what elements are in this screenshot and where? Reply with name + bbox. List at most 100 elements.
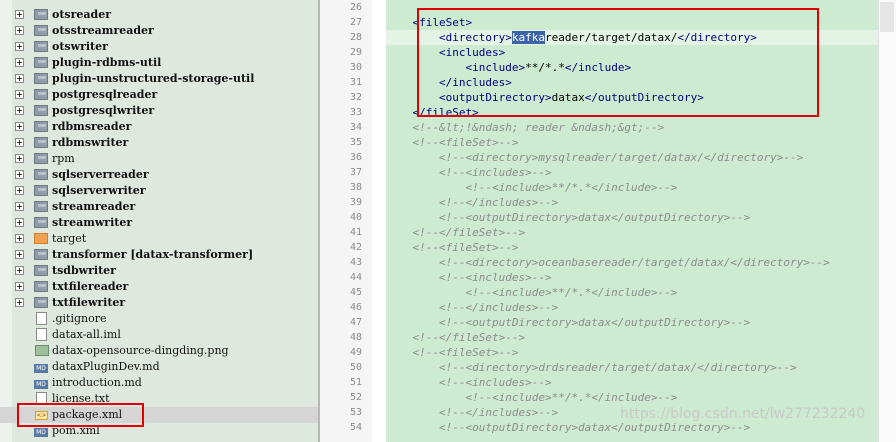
folder-icon xyxy=(34,281,48,292)
tree-item[interactable]: streamreader xyxy=(0,199,318,215)
expand-icon[interactable] xyxy=(15,106,24,115)
tree-item-label: txtfilereader xyxy=(52,280,129,293)
code-line[interactable]: <!--<fileSet>--> xyxy=(386,135,519,150)
tree-item[interactable]: otsstreamreader xyxy=(0,23,318,39)
code-line[interactable]: <!--&lt;!&ndash; reader &ndash;&gt;--> xyxy=(386,120,665,135)
tree-item[interactable]: target xyxy=(0,231,318,247)
expand-icon[interactable] xyxy=(15,154,24,163)
tree-item[interactable]: txtfilewriter xyxy=(0,295,318,311)
expand-icon[interactable] xyxy=(15,170,24,179)
xml-comment: <!--</includes>--> xyxy=(438,406,559,419)
scrollbar-thumb[interactable] xyxy=(880,2,894,32)
expand-icon[interactable] xyxy=(15,122,24,131)
tree-item[interactable]: otswriter xyxy=(0,39,318,55)
expand-icon[interactable] xyxy=(15,90,24,99)
tree-item[interactable]: MD introduction.md xyxy=(0,375,318,391)
code-line[interactable]: <!--<outputDirectory>datax</outputDirect… xyxy=(386,210,750,225)
expand-icon[interactable] xyxy=(15,74,24,83)
xml-comment: <!--</fileSet>--> xyxy=(412,226,526,239)
code-line[interactable]: <!--<include>**/*.*</include>--> xyxy=(386,180,677,195)
tree-item[interactable]: MD dataxPluginDev.md xyxy=(0,359,318,375)
xml-comment: <!--<includes>--> xyxy=(438,271,552,284)
tree-item[interactable]: plugin-rdbms-util xyxy=(0,55,318,71)
editor-margin xyxy=(372,0,386,442)
expand-icon[interactable] xyxy=(15,202,24,211)
code-line[interactable]: <!--<includes>--> xyxy=(386,375,552,390)
project-tree-panel[interactable]: otsreader otsstreamreader otswriter plugin-… xyxy=(0,0,318,442)
tree-item-label: introduction.md xyxy=(52,376,142,389)
tree-item-label: rdbmsreader xyxy=(52,120,132,133)
code-line[interactable]: <!--<fileSet>--> xyxy=(386,240,519,255)
tree-item-label: sqlserverwriter xyxy=(52,184,146,197)
code-line[interactable]: <!--<directory>mysqlreader/target/datax/… xyxy=(386,150,803,165)
tree-item-label: otsreader xyxy=(52,8,112,21)
line-number: 27 xyxy=(349,17,362,28)
code-line[interactable]: <!--<directory>oceanbasereader/target/da… xyxy=(386,255,830,270)
code-line[interactable]: <!--<includes>--> xyxy=(386,270,552,285)
tree-item[interactable]: postgresqlreader xyxy=(0,87,318,103)
code-line[interactable]: <!--<include>**/*.*</include>--> xyxy=(386,285,677,300)
expand-icon[interactable] xyxy=(15,234,24,243)
line-number: 49 xyxy=(349,347,362,358)
code-line[interactable]: <!--<include>**/*.*</include>--> xyxy=(386,390,677,405)
line-number: 51 xyxy=(349,377,362,388)
markdown-file-icon: MD xyxy=(34,380,48,389)
expand-icon[interactable] xyxy=(15,26,24,35)
code-line[interactable]: <!--</fileSet>--> xyxy=(386,330,526,345)
expand-icon[interactable] xyxy=(15,186,24,195)
code-line[interactable]: <!--</includes>--> xyxy=(386,300,558,315)
xml-comment: <!--<directory>oceanbasereader/target/da… xyxy=(438,256,830,269)
tree-item[interactable]: streamwriter xyxy=(0,215,318,231)
xml-comment: <!--<include>**/*.*</include>--> xyxy=(465,286,678,299)
tree-item-label: target xyxy=(52,232,87,245)
code-line[interactable] xyxy=(386,0,413,15)
code-line[interactable]: <!--<includes>--> xyxy=(386,165,552,180)
tree-item[interactable]: sqlserverreader xyxy=(0,167,318,183)
expand-icon[interactable] xyxy=(15,42,24,51)
code-line[interactable]: <!--<directory>drdsreader/target/datax/<… xyxy=(386,360,797,375)
expand-icon[interactable] xyxy=(15,250,24,259)
tree-item[interactable]: sqlserverwriter xyxy=(0,183,318,199)
tree-item[interactable]: rdbmswriter xyxy=(0,135,318,151)
code-line[interactable]: <!--</fileSet>--> xyxy=(386,225,526,240)
xml-comment: <!--<include>**/*.*</include>--> xyxy=(465,181,678,194)
image-file-icon xyxy=(35,345,49,356)
tree-item[interactable]: rdbmsreader xyxy=(0,119,318,135)
expand-icon[interactable] xyxy=(15,58,24,67)
code-line[interactable]: <!--</includes>--> xyxy=(386,195,558,210)
line-number: 50 xyxy=(349,362,362,373)
markdown-file-icon: MD xyxy=(34,428,48,437)
tree-item-label: rdbmswriter xyxy=(52,136,129,149)
editor-scrollbar[interactable] xyxy=(878,0,896,442)
folder-icon xyxy=(34,25,48,36)
tree-item[interactable]: transformer [datax-transformer] xyxy=(0,247,318,263)
expand-icon[interactable] xyxy=(15,10,24,19)
expand-icon[interactable] xyxy=(15,266,24,275)
tree-item[interactable]: postgresqlwriter xyxy=(0,103,318,119)
tree-item[interactable]: datax-opensource-dingding.png xyxy=(0,343,318,359)
tree-item-label: postgresqlwriter xyxy=(52,104,155,117)
tree-item[interactable]: .gitignore xyxy=(0,311,318,327)
tree-item[interactable]: datax-all.iml xyxy=(0,327,318,343)
tree-item[interactable]: rpm xyxy=(0,151,318,167)
code-line[interactable]: <!--<fileSet>--> xyxy=(386,345,519,360)
expand-icon[interactable] xyxy=(15,282,24,291)
code-line[interactable]: <!--<outputDirectory>datax</outputDirect… xyxy=(386,420,750,435)
tree-item-label: .gitignore xyxy=(52,312,107,325)
tree-item[interactable]: plugin-unstructured-storage-util xyxy=(0,71,318,87)
tree-item[interactable]: tsdbwriter xyxy=(0,263,318,279)
expand-icon[interactable] xyxy=(15,138,24,147)
tree-item[interactable]: txtfilereader xyxy=(0,279,318,295)
tree-item[interactable]: otsreader xyxy=(0,7,318,23)
code-line[interactable]: <!--</includes>--> xyxy=(386,405,558,420)
xml-comment: <!--<fileSet>--> xyxy=(412,241,519,254)
expand-icon[interactable] xyxy=(15,218,24,227)
line-number: 46 xyxy=(349,302,362,313)
code-line[interactable]: <!--<outputDirectory>datax</outputDirect… xyxy=(386,315,750,330)
expand-icon[interactable] xyxy=(15,298,24,307)
